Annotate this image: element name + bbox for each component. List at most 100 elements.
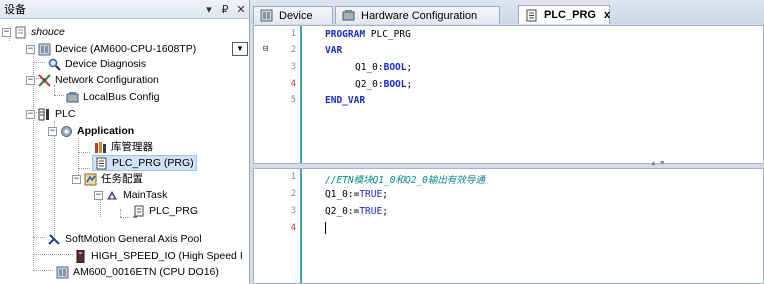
tab-label: Hardware Configuration	[361, 9, 478, 22]
fold-icon[interactable]: ⊟	[263, 44, 268, 54]
line-number: 4	[290, 223, 296, 233]
program-call-icon	[132, 205, 145, 218]
line-number: 2	[290, 45, 296, 55]
tree-item-label: Device Diagnosis	[65, 58, 147, 70]
tree-item-main-task[interactable]: − MainTask	[94, 187, 167, 203]
line-number: 3	[290, 62, 296, 72]
line-number: 1	[290, 29, 296, 39]
implementation-editor[interactable]: 1 2 3 4 //ETN模块Q1_0和Q2_0输出有效导通 Q1_0:=TRU…	[253, 168, 764, 284]
collapse-icon[interactable]: −	[2, 27, 11, 37]
tab-label: Device	[279, 9, 313, 22]
collapse-icon[interactable]: −	[26, 44, 35, 54]
ide-window: 设备 ▾ ₽ ✕ − shouce ▼ − Device (AM600-CPU-…	[0, 0, 764, 284]
tree-item-am600-etn[interactable]: AM600_0016ETN (CPU DO16)	[56, 264, 219, 280]
variable-name: Q1_0:	[355, 62, 384, 73]
tree-item-label: LocalBus Config	[83, 91, 160, 103]
tree-item-application[interactable]: − Application	[48, 123, 134, 139]
dropdown-arrow-icon[interactable]: ▾	[201, 3, 217, 16]
task-icon	[106, 189, 119, 202]
code-line: Q1_0:=TRUE;	[325, 189, 388, 200]
tab-label: PLC_PRG	[544, 9, 596, 21]
device-icon	[38, 43, 51, 56]
tree-item-label: HIGH_SPEED_IO (High Speed I	[91, 250, 243, 262]
line-number: 1	[290, 172, 296, 182]
panel-header: 设备 ▾ ₽ ✕	[0, 0, 249, 19]
tab-device[interactable]: Device	[253, 6, 333, 24]
tree-item-label: MainTask	[123, 189, 168, 201]
variable-name: Q2_0:	[355, 79, 384, 90]
document-icon	[95, 157, 108, 170]
application-gear-icon	[60, 125, 73, 138]
value: TRUE	[359, 206, 383, 217]
terminator: ;	[406, 62, 413, 73]
tree-item-label: AM600_0016ETN (CPU DO16)	[73, 266, 219, 278]
tab-hardware-configuration[interactable]: Hardware Configuration	[335, 6, 500, 24]
terminator: ;	[406, 79, 413, 90]
tree-item-task-configuration[interactable]: − 任务配置	[72, 171, 143, 187]
tree-item-main-task-plc-prg[interactable]: PLC_PRG	[132, 203, 198, 219]
panel-title: 设备	[4, 4, 26, 16]
code-line: VAR	[325, 45, 342, 56]
splitter-grip-icon[interactable]: ▲ ▼	[650, 160, 666, 167]
tree-item-network-configuration[interactable]: − Network Configuration	[26, 72, 159, 88]
axis-icon	[48, 233, 61, 246]
code-line: Q2_0:BOOL;	[355, 79, 412, 90]
collapse-icon[interactable]: −	[26, 75, 35, 85]
tree-dropdown-button[interactable]: ▼	[232, 42, 248, 56]
keyword: PROGRAM	[325, 29, 366, 40]
tree-item-project[interactable]: − shouce	[2, 24, 65, 40]
device-tree-panel: 设备 ▾ ₽ ✕ − shouce ▼ − Device (AM600-CPU-…	[0, 0, 250, 284]
line-number: 3	[290, 206, 296, 216]
pin-icon[interactable]: ₽	[217, 3, 233, 16]
collapse-icon[interactable]: −	[72, 174, 81, 184]
tree-item-label: SoftMotion General Axis Pool	[65, 233, 202, 245]
tree-item-localbus-config[interactable]: LocalBus Config	[66, 89, 159, 105]
collapse-icon[interactable]: −	[94, 190, 103, 200]
tree-item-high-speed-io[interactable]: HIGH_SPEED_IO (High Speed I	[74, 248, 243, 264]
tree-item-label: 任务配置	[101, 173, 143, 185]
code-line: Q2_0:=TRUE;	[325, 206, 388, 217]
config-icon	[66, 91, 79, 104]
line-number: 4	[290, 79, 296, 89]
type: BOOL	[383, 79, 407, 90]
collapse-icon[interactable]: −	[48, 126, 57, 136]
code-comment: //ETN模块Q1_0和Q2_0输出有效导通	[325, 175, 485, 186]
keyword: END_VAR	[325, 95, 366, 106]
code-line: END_VAR	[325, 95, 365, 106]
document-icon	[525, 9, 538, 22]
hardware-icon	[342, 9, 355, 22]
tab-close-icon[interactable]: x	[604, 9, 610, 21]
code-line: Q1_0:BOOL;	[355, 62, 412, 73]
keyword: VAR	[325, 45, 343, 56]
tree-item-device[interactable]: − Device (AM600-CPU-1608TP)	[26, 41, 196, 57]
tree-item-device-diagnosis[interactable]: Device Diagnosis	[48, 56, 146, 72]
identifier: PLC_PRG	[365, 29, 411, 40]
device-icon	[260, 9, 273, 22]
io-module-icon	[74, 249, 87, 263]
tree-item-plc-prg[interactable]: PLC_PRG (PRG)	[92, 155, 197, 171]
tree-item-label: PLC_PRG (PRG)	[112, 157, 194, 169]
tree-item-label: PLC_PRG	[149, 205, 199, 217]
terminator: ;	[382, 206, 388, 217]
tree-item-plc[interactable]: − PLC	[26, 106, 75, 122]
task-config-icon	[84, 173, 97, 186]
collapse-icon[interactable]: −	[26, 109, 35, 119]
plc-icon	[38, 108, 51, 121]
tab-bar: Device Hardware Configuration PLC_PRG x	[250, 0, 764, 24]
tree-item-label: 库管理器	[111, 141, 153, 153]
tree-item-label: Device (AM600-CPU-1608TP)	[55, 43, 197, 55]
declaration-editor[interactable]: ⊟ 1 2 3 4 5 PROGRAM PLC_PRG VAR Q1_0:BOO…	[253, 25, 764, 164]
tab-plc-prg[interactable]: PLC_PRG x	[518, 5, 610, 24]
type: BOOL	[383, 62, 407, 73]
tree-item-softmotion-axis-pool[interactable]: SoftMotion General Axis Pool	[48, 231, 202, 247]
gutter-divider	[300, 169, 302, 283]
tree-item-label: PLC	[55, 108, 76, 120]
tree-item-label: Application	[77, 125, 135, 137]
close-icon[interactable]: ✕	[233, 3, 249, 16]
tree-item-library-manager[interactable]: 库管理器	[94, 139, 153, 155]
text-cursor	[325, 222, 326, 234]
line-number: 5	[290, 95, 296, 105]
terminator: ;	[382, 189, 388, 200]
gutter-divider	[300, 26, 302, 163]
module-icon	[56, 266, 69, 279]
